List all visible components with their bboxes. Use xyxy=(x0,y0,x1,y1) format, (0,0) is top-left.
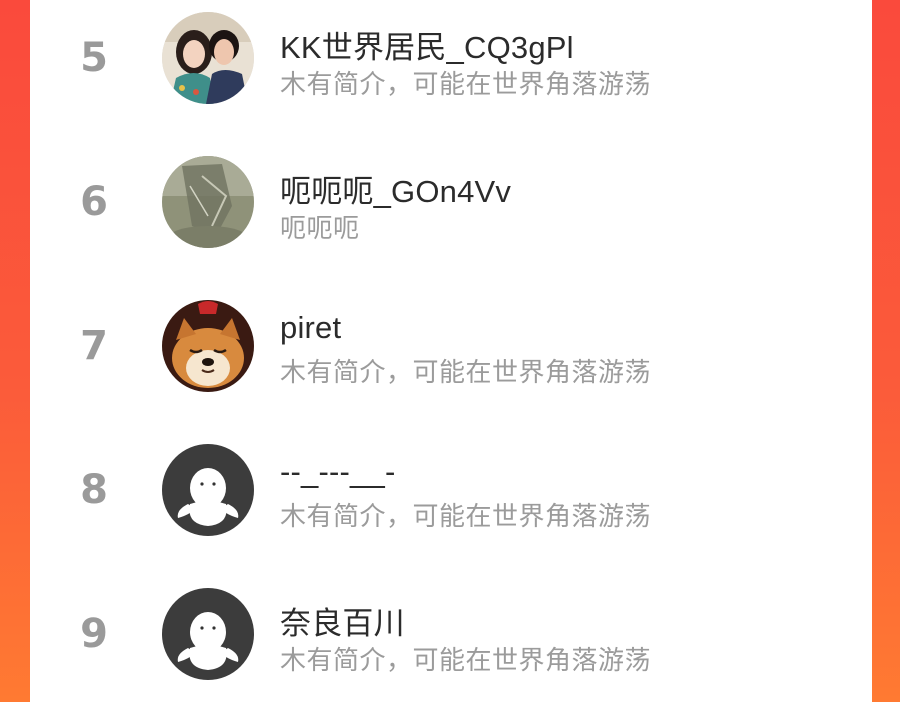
user-bio: 木有简介，可能在世界角落游荡 xyxy=(280,69,652,99)
user-name[interactable]: KK世界居民_CQ3gPl xyxy=(280,22,574,67)
default-person-avatar[interactable] xyxy=(162,444,254,536)
rank-number: 7 xyxy=(80,323,108,369)
user-bio: 呃呃呃 xyxy=(280,213,360,243)
ranking-list: 5 KK世界居民_CQ3gPl 木有简介，可能在世界角落游荡 6 呃呃呃_GOn… xyxy=(30,0,872,702)
user-name[interactable]: --_---__- xyxy=(280,454,395,490)
default-person-avatar[interactable] xyxy=(162,588,254,680)
rank-number: 6 xyxy=(80,179,108,225)
list-item[interactable]: 6 呃呃呃_GOn4Vv 呃呃呃 xyxy=(30,152,872,252)
user-bio: 木有简介，可能在世界角落游荡 xyxy=(280,645,652,675)
user-name[interactable]: 奈良百川 xyxy=(280,598,405,643)
list-item[interactable]: 7 piret 木有简介，可能在世界角落游荡 xyxy=(30,296,872,396)
user-bio: 木有简介，可能在世界角落游荡 xyxy=(280,357,652,387)
list-item[interactable]: 9 奈良百川 木有简介，可能在世界角落游荡 xyxy=(30,584,872,684)
rank-number: 8 xyxy=(80,467,108,513)
misty-landscape-avatar[interactable] xyxy=(162,156,254,248)
couple-photo-avatar[interactable] xyxy=(162,12,254,104)
user-bio: 木有简介，可能在世界角落游荡 xyxy=(280,501,652,531)
rank-number: 5 xyxy=(80,35,108,81)
user-name[interactable]: 呃呃呃_GOn4Vv xyxy=(280,166,511,211)
shiba-dog-avatar[interactable] xyxy=(162,300,254,392)
list-item[interactable]: 5 KK世界居民_CQ3gPl 木有简介，可能在世界角落游荡 xyxy=(30,8,872,108)
rank-number: 9 xyxy=(80,611,108,657)
user-name[interactable]: piret xyxy=(280,310,341,346)
list-item[interactable]: 8 --_---__- 木有简介，可能在世界角落游荡 xyxy=(30,440,872,540)
